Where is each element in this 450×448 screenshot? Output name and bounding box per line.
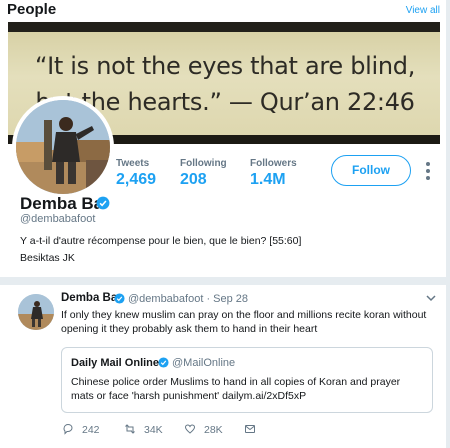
banner-quote-line-1: “It is not the eyes that are blind, <box>34 52 416 80</box>
envelope-icon <box>245 425 255 433</box>
heart-icon <box>184 424 196 434</box>
tweet-avatar-photo <box>18 294 54 330</box>
tweet-verified-icon <box>114 293 125 304</box>
tweet-avatar[interactable] <box>18 294 54 330</box>
profile-bio: Y a-t-il d'autre récompense pour le bien… <box>20 235 302 247</box>
quoted-tweet[interactable]: Daily Mail Online @MailOnline Chinese po… <box>61 347 433 413</box>
profile-avatar[interactable] <box>12 96 114 198</box>
stat-following[interactable]: Following 208 <box>180 158 227 189</box>
verified-badge-icon <box>96 196 110 210</box>
profile-handle[interactable]: @dembabafoot <box>20 213 95 225</box>
stat-tweets-value: 2,469 <box>116 171 157 188</box>
stat-tweets[interactable]: Tweets 2,469 <box>116 158 156 189</box>
reply-count: 242 <box>82 424 100 436</box>
follow-button[interactable]: Follow <box>331 155 411 186</box>
section-divider <box>0 277 450 285</box>
view-all-link[interactable]: View all <box>406 5 440 16</box>
chevron-down-icon[interactable] <box>426 294 436 302</box>
stat-followers[interactable]: Followers 1.4M <box>250 158 297 189</box>
tweet-text: If only they knew muslim can pray on the… <box>61 309 427 335</box>
scrollbar[interactable] <box>446 0 450 448</box>
stat-tweets-label: Tweets <box>116 158 150 169</box>
stat-following-label: Following <box>180 158 227 169</box>
quoted-verified-icon <box>158 357 169 368</box>
retweet-count: 34K <box>144 424 163 436</box>
tweet-handle-date[interactable]: @dembabafoot · Sep 28 <box>128 293 248 305</box>
like-count: 28K <box>204 424 223 436</box>
avatar-photo <box>16 100 110 194</box>
banner-frame-top <box>8 22 440 32</box>
tweet-card[interactable]: Demba Ba @dembabafoot · Sep 28 If only t… <box>0 285 450 448</box>
profile-location: Besiktas JK <box>20 252 75 264</box>
profile-name[interactable]: Demba Ba <box>20 194 103 214</box>
more-options-icon[interactable] <box>423 160 433 182</box>
reply-icon <box>63 423 73 435</box>
stat-followers-value: 1.4M <box>250 171 286 188</box>
tweet-author-name[interactable]: Demba Ba <box>61 292 117 304</box>
quoted-handle: @MailOnline <box>172 357 236 369</box>
people-header: People View all <box>0 0 450 22</box>
quoted-text: Chinese police order Muslims to hand in … <box>71 376 401 402</box>
people-module: People View all “It is not the eyes that… <box>0 0 450 448</box>
people-title: People <box>7 1 57 18</box>
retweet-icon <box>125 424 135 434</box>
stat-followers-label: Followers <box>250 158 297 169</box>
quoted-author-name: Daily Mail Online <box>71 357 160 369</box>
stat-following-value: 208 <box>180 171 207 188</box>
